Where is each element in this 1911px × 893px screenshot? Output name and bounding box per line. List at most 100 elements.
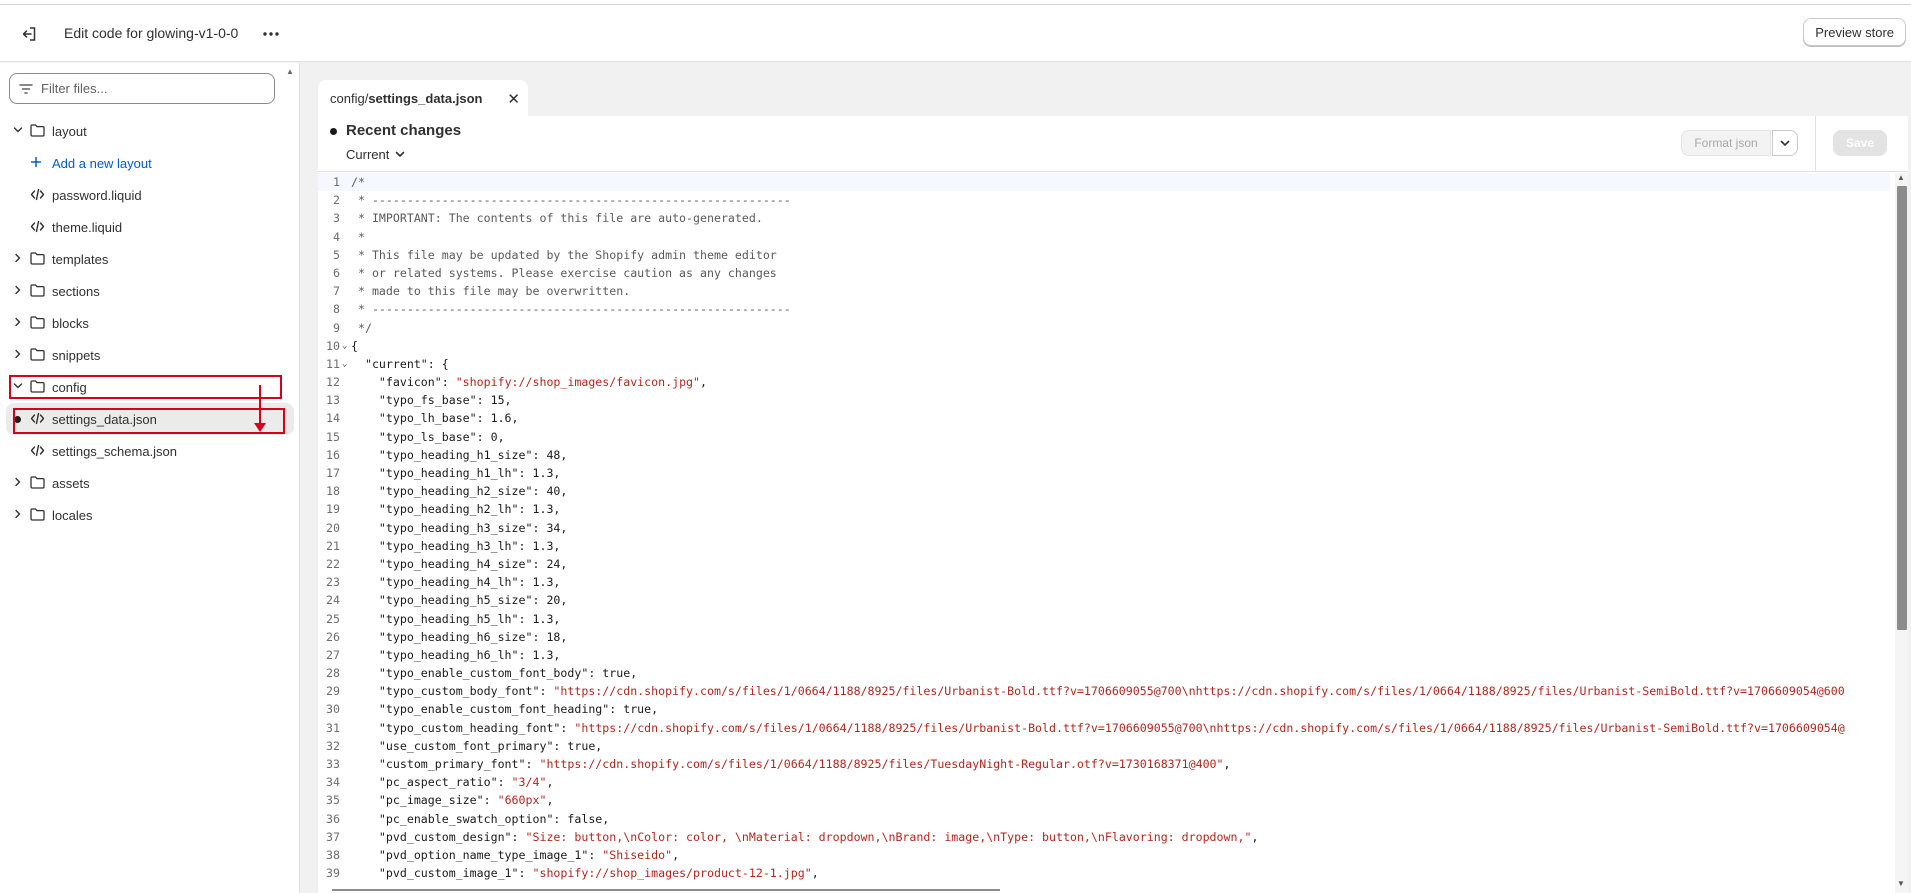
code-line[interactable]: 14 "typo_lh_base": 1.6,	[318, 409, 1890, 427]
sidebar-item-snippets[interactable]: snippets	[0, 339, 300, 371]
line-number: 33	[326, 757, 340, 771]
code-line[interactable]: 8 * ------------------------------------…	[318, 300, 1890, 318]
annotation-settings-data-box	[13, 408, 285, 434]
code-line[interactable]: 29 "typo_custom_body_font": "https://cdn…	[318, 682, 1890, 700]
code-line[interactable]: 15 "typo_ls_base": 0,	[318, 428, 1890, 446]
fold-chevron-icon[interactable]: ⌄	[342, 355, 347, 373]
code-line[interactable]: 19 "typo_heading_h2_lh": 1.3,	[318, 500, 1890, 518]
code-line[interactable]: 34 "pc_aspect_ratio": "3/4",	[318, 773, 1890, 791]
code-line[interactable]: 13 "typo_fs_base": 15,	[318, 391, 1890, 409]
fold-chevron-icon[interactable]: ⌄	[342, 337, 347, 355]
code-line[interactable]: 1 /*	[318, 173, 1890, 192]
chevron-right-icon[interactable]	[12, 508, 26, 522]
format-json-button[interactable]: Format json	[1681, 130, 1771, 156]
sidebar-item-settings-schema-json[interactable]: settings_schema.json	[0, 435, 300, 467]
code-line[interactable]: 12 "favicon": "shopify://shop_images/fav…	[318, 373, 1890, 391]
code-line[interactable]: 4 *	[318, 228, 1890, 246]
code-line[interactable]: 7 * made to this file may be overwritten…	[318, 282, 1890, 300]
code-line[interactable]: 9 */	[318, 319, 1890, 337]
code-text: {	[351, 337, 358, 355]
code-line[interactable]: 3 * IMPORTANT: The contents of this file…	[318, 209, 1890, 227]
code-line[interactable]: 6 * or related systems. Please exercise …	[318, 264, 1890, 282]
chevron-right-icon[interactable]	[12, 316, 26, 330]
code-segment: * --------------------------------------…	[351, 302, 791, 317]
code-line[interactable]: 33 "custom_primary_font": "https://cdn.s…	[318, 755, 1890, 773]
vertical-scroll-thumb[interactable]	[1897, 186, 1907, 630]
scroll-up-icon[interactable]: ▲	[1897, 173, 1905, 182]
sidebar-item-add-a-new-layout[interactable]: Add a new layout	[0, 147, 300, 179]
code-line[interactable]: 5 * This file may be updated by the Shop…	[318, 246, 1890, 264]
code-line[interactable]: 21 "typo_heading_h3_lh": 1.3,	[318, 537, 1890, 555]
code-segment: {	[351, 338, 358, 353]
code-line[interactable]: 28 "typo_enable_custom_font_body": true,	[318, 664, 1890, 682]
sidebar-item-theme-liquid[interactable]: theme.liquid	[0, 211, 300, 243]
filter-files-field[interactable]	[9, 73, 275, 104]
code-line[interactable]: 11 ⌄ "current": {	[318, 355, 1890, 373]
code-line[interactable]: 35 "pc_image_size": "660px",	[318, 791, 1890, 809]
chevron-down-icon[interactable]	[12, 124, 26, 138]
code-line[interactable]: 36 "pc_enable_swatch_option": false,	[318, 810, 1890, 828]
code-line[interactable]: 24 "typo_heading_h5_size": 20,	[318, 591, 1890, 609]
scroll-down-icon[interactable]: ▼	[1897, 879, 1905, 888]
sidebar-item-blocks[interactable]: blocks	[0, 307, 300, 339]
plus-icon	[30, 156, 46, 170]
code-line[interactable]: 17 "typo_heading_h1_lh": 1.3,	[318, 464, 1890, 482]
code-line[interactable]: 23 "typo_heading_h4_lh": 1.3,	[318, 573, 1890, 591]
version-select[interactable]: Current	[346, 147, 405, 162]
code-line[interactable]: 2 * ------------------------------------…	[318, 191, 1890, 209]
sidebar-item-templates[interactable]: templates	[0, 243, 300, 275]
code-line[interactable]: 25 "typo_heading_h5_lh": 1.3,	[318, 610, 1890, 628]
code-line[interactable]: 37 "pvd_custom_design": "Size: button,\n…	[318, 828, 1890, 846]
line-number: 20	[326, 520, 340, 535]
filter-files-input[interactable]	[41, 81, 261, 96]
horizontal-scrollbar[interactable]	[332, 889, 1892, 893]
code-line[interactable]: 27 "typo_heading_h6_lh": 1.3,	[318, 646, 1890, 664]
code-editor[interactable]: 1 /* 2 * ---------------------------------…	[318, 173, 1890, 888]
code-segment: "current": {	[351, 356, 449, 371]
code-line[interactable]: 22 "typo_heading_h4_size": 24,	[318, 555, 1890, 573]
code-line[interactable]: 26 "typo_heading_h6_size": 18,	[318, 628, 1890, 646]
preview-store-button[interactable]: Preview store	[1803, 18, 1906, 46]
json-key: "pvd_custom_design":	[351, 829, 526, 844]
sidebar-item-assets[interactable]: assets	[0, 467, 300, 499]
sidebar-item-password-liquid[interactable]: password.liquid	[0, 179, 300, 211]
vertical-scrollbar[interactable]: ▲ ▼	[1895, 173, 1908, 893]
scroll-up-icon[interactable]: ▲	[286, 67, 294, 76]
code-line[interactable]: 16 "typo_heading_h1_size": 48,	[318, 446, 1890, 464]
code-line[interactable]: 20 "typo_heading_h3_size": 34,	[318, 519, 1890, 537]
close-icon[interactable]: ✕	[507, 90, 520, 108]
code-line[interactable]: 38 "pvd_option_name_type_image_1": "Shis…	[318, 846, 1890, 864]
recent-changes-title: Recent changes	[346, 122, 462, 139]
code-line[interactable]: 30 "typo_enable_custom_font_heading": tr…	[318, 700, 1890, 718]
code-line[interactable]: 39 "pvd_custom_image_1": "shopify://shop…	[318, 864, 1890, 882]
format-options-button[interactable]	[1772, 130, 1798, 156]
json-key: "pc_image_size":	[351, 793, 498, 808]
code-line[interactable]: 31 "typo_custom_heading_font": "https://…	[318, 719, 1890, 737]
changes-header: Recent changes Current Format json Save	[318, 116, 1908, 172]
save-button[interactable]: Save	[1833, 130, 1887, 156]
code-line[interactable]: 32 "use_custom_font_primary": true,	[318, 737, 1890, 755]
code-text: "typo_enable_custom_font_heading": true,	[351, 700, 658, 718]
sidebar-item-layout[interactable]: layout	[0, 115, 300, 147]
json-string-value: "3/4"	[511, 775, 547, 790]
horizontal-scroll-thumb[interactable]	[332, 889, 1000, 891]
tab-settings-data-json[interactable]: config/settings_data.json ✕	[318, 80, 528, 116]
code-line[interactable]: 18 "typo_heading_h2_size": 40,	[318, 482, 1890, 500]
chevron-right-icon[interactable]	[12, 284, 26, 298]
sidebar-item-sections[interactable]: sections	[0, 275, 300, 307]
filter-icon	[19, 83, 33, 94]
code-text: * or related systems. Please exercise ca…	[351, 264, 777, 282]
chevron-right-icon[interactable]	[12, 252, 26, 266]
folder-icon	[30, 508, 46, 522]
top-bar: Edit code for glowing-v1-0-0 Preview sto…	[0, 5, 1911, 62]
line-number: 15	[326, 429, 340, 444]
code-line[interactable]: 10 ⌄ {	[318, 337, 1890, 355]
sidebar-item-locales[interactable]: locales	[0, 499, 300, 531]
more-actions-button[interactable]	[258, 23, 284, 45]
line-number: 5	[333, 247, 340, 262]
unsaved-dot	[330, 128, 337, 135]
exit-button[interactable]	[17, 22, 41, 46]
chevron-right-icon[interactable]	[12, 348, 26, 362]
json-key: "typo_enable_custom_font_heading": true,	[351, 702, 659, 717]
chevron-right-icon[interactable]	[12, 476, 26, 490]
